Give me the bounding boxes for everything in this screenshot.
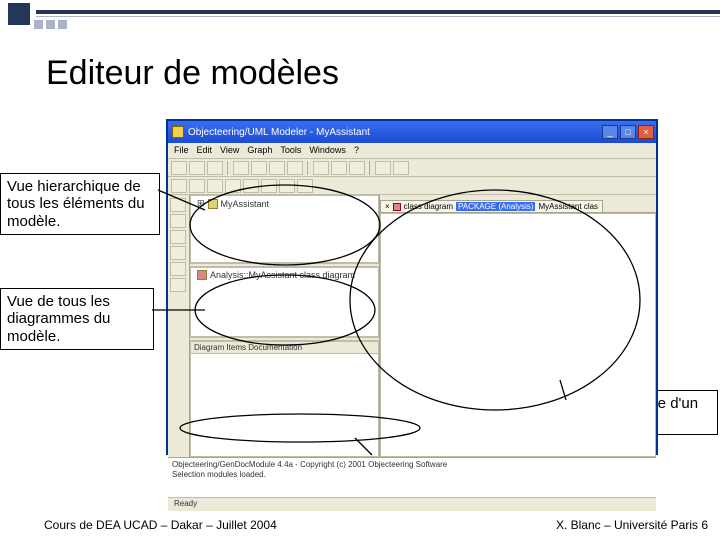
callout-diagrams: Vue de tous les diagrammes du modèle. bbox=[0, 288, 154, 350]
menu-help[interactable]: ? bbox=[354, 145, 359, 156]
toolbar-button[interactable] bbox=[269, 161, 285, 175]
list-item[interactable]: Analysis::MyAssistant class diagram bbox=[191, 268, 378, 282]
sidebar-tool-button[interactable] bbox=[170, 278, 186, 292]
deco-line-thick bbox=[36, 10, 720, 14]
deco-square-dark bbox=[8, 3, 30, 25]
statusbar: Ready bbox=[168, 497, 656, 511]
menu-tools[interactable]: Tools bbox=[280, 145, 301, 156]
slide-top-decoration bbox=[0, 0, 720, 32]
diagram-icon bbox=[393, 203, 401, 211]
footer-right: X. Blanc – Université Paris 6 bbox=[556, 518, 708, 532]
list-item-label: Analysis::MyAssistant class diagram bbox=[210, 270, 355, 280]
package-icon bbox=[208, 199, 218, 209]
sidebar-tool-button[interactable] bbox=[170, 262, 186, 276]
editor-area: × class diagram PACKAGE (Analysis) MyAss… bbox=[380, 195, 656, 457]
expand-icon[interactable]: ⊞ bbox=[197, 198, 205, 209]
toolbar-separator bbox=[227, 161, 229, 175]
toolbar-button[interactable] bbox=[279, 179, 295, 193]
page-title: Editeur de modèles bbox=[46, 54, 339, 93]
toolbar-button[interactable] bbox=[243, 179, 259, 193]
tab-sublabel2: MyAssistant clas bbox=[538, 202, 598, 211]
diagram-icon bbox=[197, 270, 207, 280]
maximize-button[interactable]: □ bbox=[620, 125, 636, 139]
console-pane: Objecteering/GenDocModule 4.4a - Copyrig… bbox=[168, 457, 656, 497]
left-toolstrip bbox=[168, 195, 190, 457]
callout-hierarchy: Vue hierarchique de tous les éléments du… bbox=[0, 173, 160, 235]
status-text: Ready bbox=[174, 499, 197, 508]
toolbar-button[interactable] bbox=[313, 161, 329, 175]
toolbar-separator bbox=[369, 161, 371, 175]
toolbar-button[interactable] bbox=[207, 179, 223, 193]
toolbar-button[interactable] bbox=[171, 179, 187, 193]
sidebar-tool-button[interactable] bbox=[170, 214, 186, 228]
document-tabbar: × class diagram PACKAGE (Analysis) MyAss… bbox=[380, 195, 656, 213]
toolbar-button[interactable] bbox=[251, 161, 267, 175]
console-line: Selection modules loaded. bbox=[172, 470, 652, 480]
sidebar-tool-button[interactable] bbox=[170, 230, 186, 244]
tree-item[interactable]: ⊞ MyAssistant bbox=[191, 196, 378, 211]
toolbar-1 bbox=[168, 159, 656, 177]
menu-graph[interactable]: Graph bbox=[247, 145, 272, 156]
sidebar-tool-button[interactable] bbox=[170, 246, 186, 260]
menubar: File Edit View Graph Tools Windows ? bbox=[168, 143, 656, 159]
app-body: ⊞ MyAssistant Analysis::MyAssistant clas… bbox=[168, 195, 656, 457]
toolbar-button[interactable] bbox=[349, 161, 365, 175]
items-pane: Diagram Items Documentation bbox=[190, 341, 379, 457]
menu-edit[interactable]: Edit bbox=[197, 145, 213, 156]
tab-label: class diagram bbox=[404, 202, 453, 211]
toolbar-button[interactable] bbox=[261, 179, 277, 193]
toolbar-button[interactable] bbox=[287, 161, 303, 175]
deco-square bbox=[34, 20, 43, 29]
app-icon bbox=[172, 126, 184, 138]
lower-tabs[interactable]: Diagram Items Documentation bbox=[191, 342, 378, 354]
deco-square bbox=[58, 20, 67, 29]
app-titlebar: Objecteering/UML Modeler - MyAssistant _… bbox=[168, 121, 656, 143]
toolbar-button[interactable] bbox=[171, 161, 187, 175]
toolbar-button[interactable] bbox=[375, 161, 391, 175]
toolbar-button[interactable] bbox=[297, 179, 313, 193]
hierarchy-pane: ⊞ MyAssistant bbox=[190, 195, 379, 263]
toolbar-2 bbox=[168, 177, 656, 195]
close-button[interactable]: × bbox=[638, 125, 654, 139]
document-tab[interactable]: × class diagram PACKAGE (Analysis) MyAss… bbox=[380, 200, 603, 212]
toolbar-separator bbox=[307, 161, 309, 175]
toolbar-button[interactable] bbox=[225, 179, 241, 193]
tab-sublabel: PACKAGE (Analysis) bbox=[456, 202, 535, 211]
console-line: Objecteering/GenDocModule 4.4a - Copyrig… bbox=[172, 460, 652, 470]
toolbar-button[interactable] bbox=[207, 161, 223, 175]
toolbar-button[interactable] bbox=[189, 179, 205, 193]
left-panels: ⊞ MyAssistant Analysis::MyAssistant clas… bbox=[190, 195, 380, 457]
deco-square bbox=[46, 20, 55, 29]
app-title: Objecteering/UML Modeler - MyAssistant bbox=[188, 127, 370, 138]
menu-file[interactable]: File bbox=[174, 145, 189, 156]
close-icon[interactable]: × bbox=[385, 202, 390, 211]
toolbar-button[interactable] bbox=[331, 161, 347, 175]
menu-view[interactable]: View bbox=[220, 145, 239, 156]
toolbar-button[interactable] bbox=[393, 161, 409, 175]
minimize-button[interactable]: _ bbox=[602, 125, 618, 139]
app-window: Objecteering/UML Modeler - MyAssistant _… bbox=[166, 119, 658, 455]
tree-item-label: MyAssistant bbox=[221, 199, 270, 209]
diagrams-pane: Analysis::MyAssistant class diagram bbox=[190, 267, 379, 337]
toolbar-button[interactable] bbox=[233, 161, 249, 175]
menu-windows[interactable]: Windows bbox=[309, 145, 346, 156]
footer-left: Cours de DEA UCAD – Dakar – Juillet 2004 bbox=[44, 518, 277, 532]
diagram-canvas[interactable] bbox=[380, 213, 656, 457]
toolbar-button[interactable] bbox=[189, 161, 205, 175]
deco-line-thin bbox=[36, 16, 720, 17]
sidebar-tool-button[interactable] bbox=[170, 198, 186, 212]
